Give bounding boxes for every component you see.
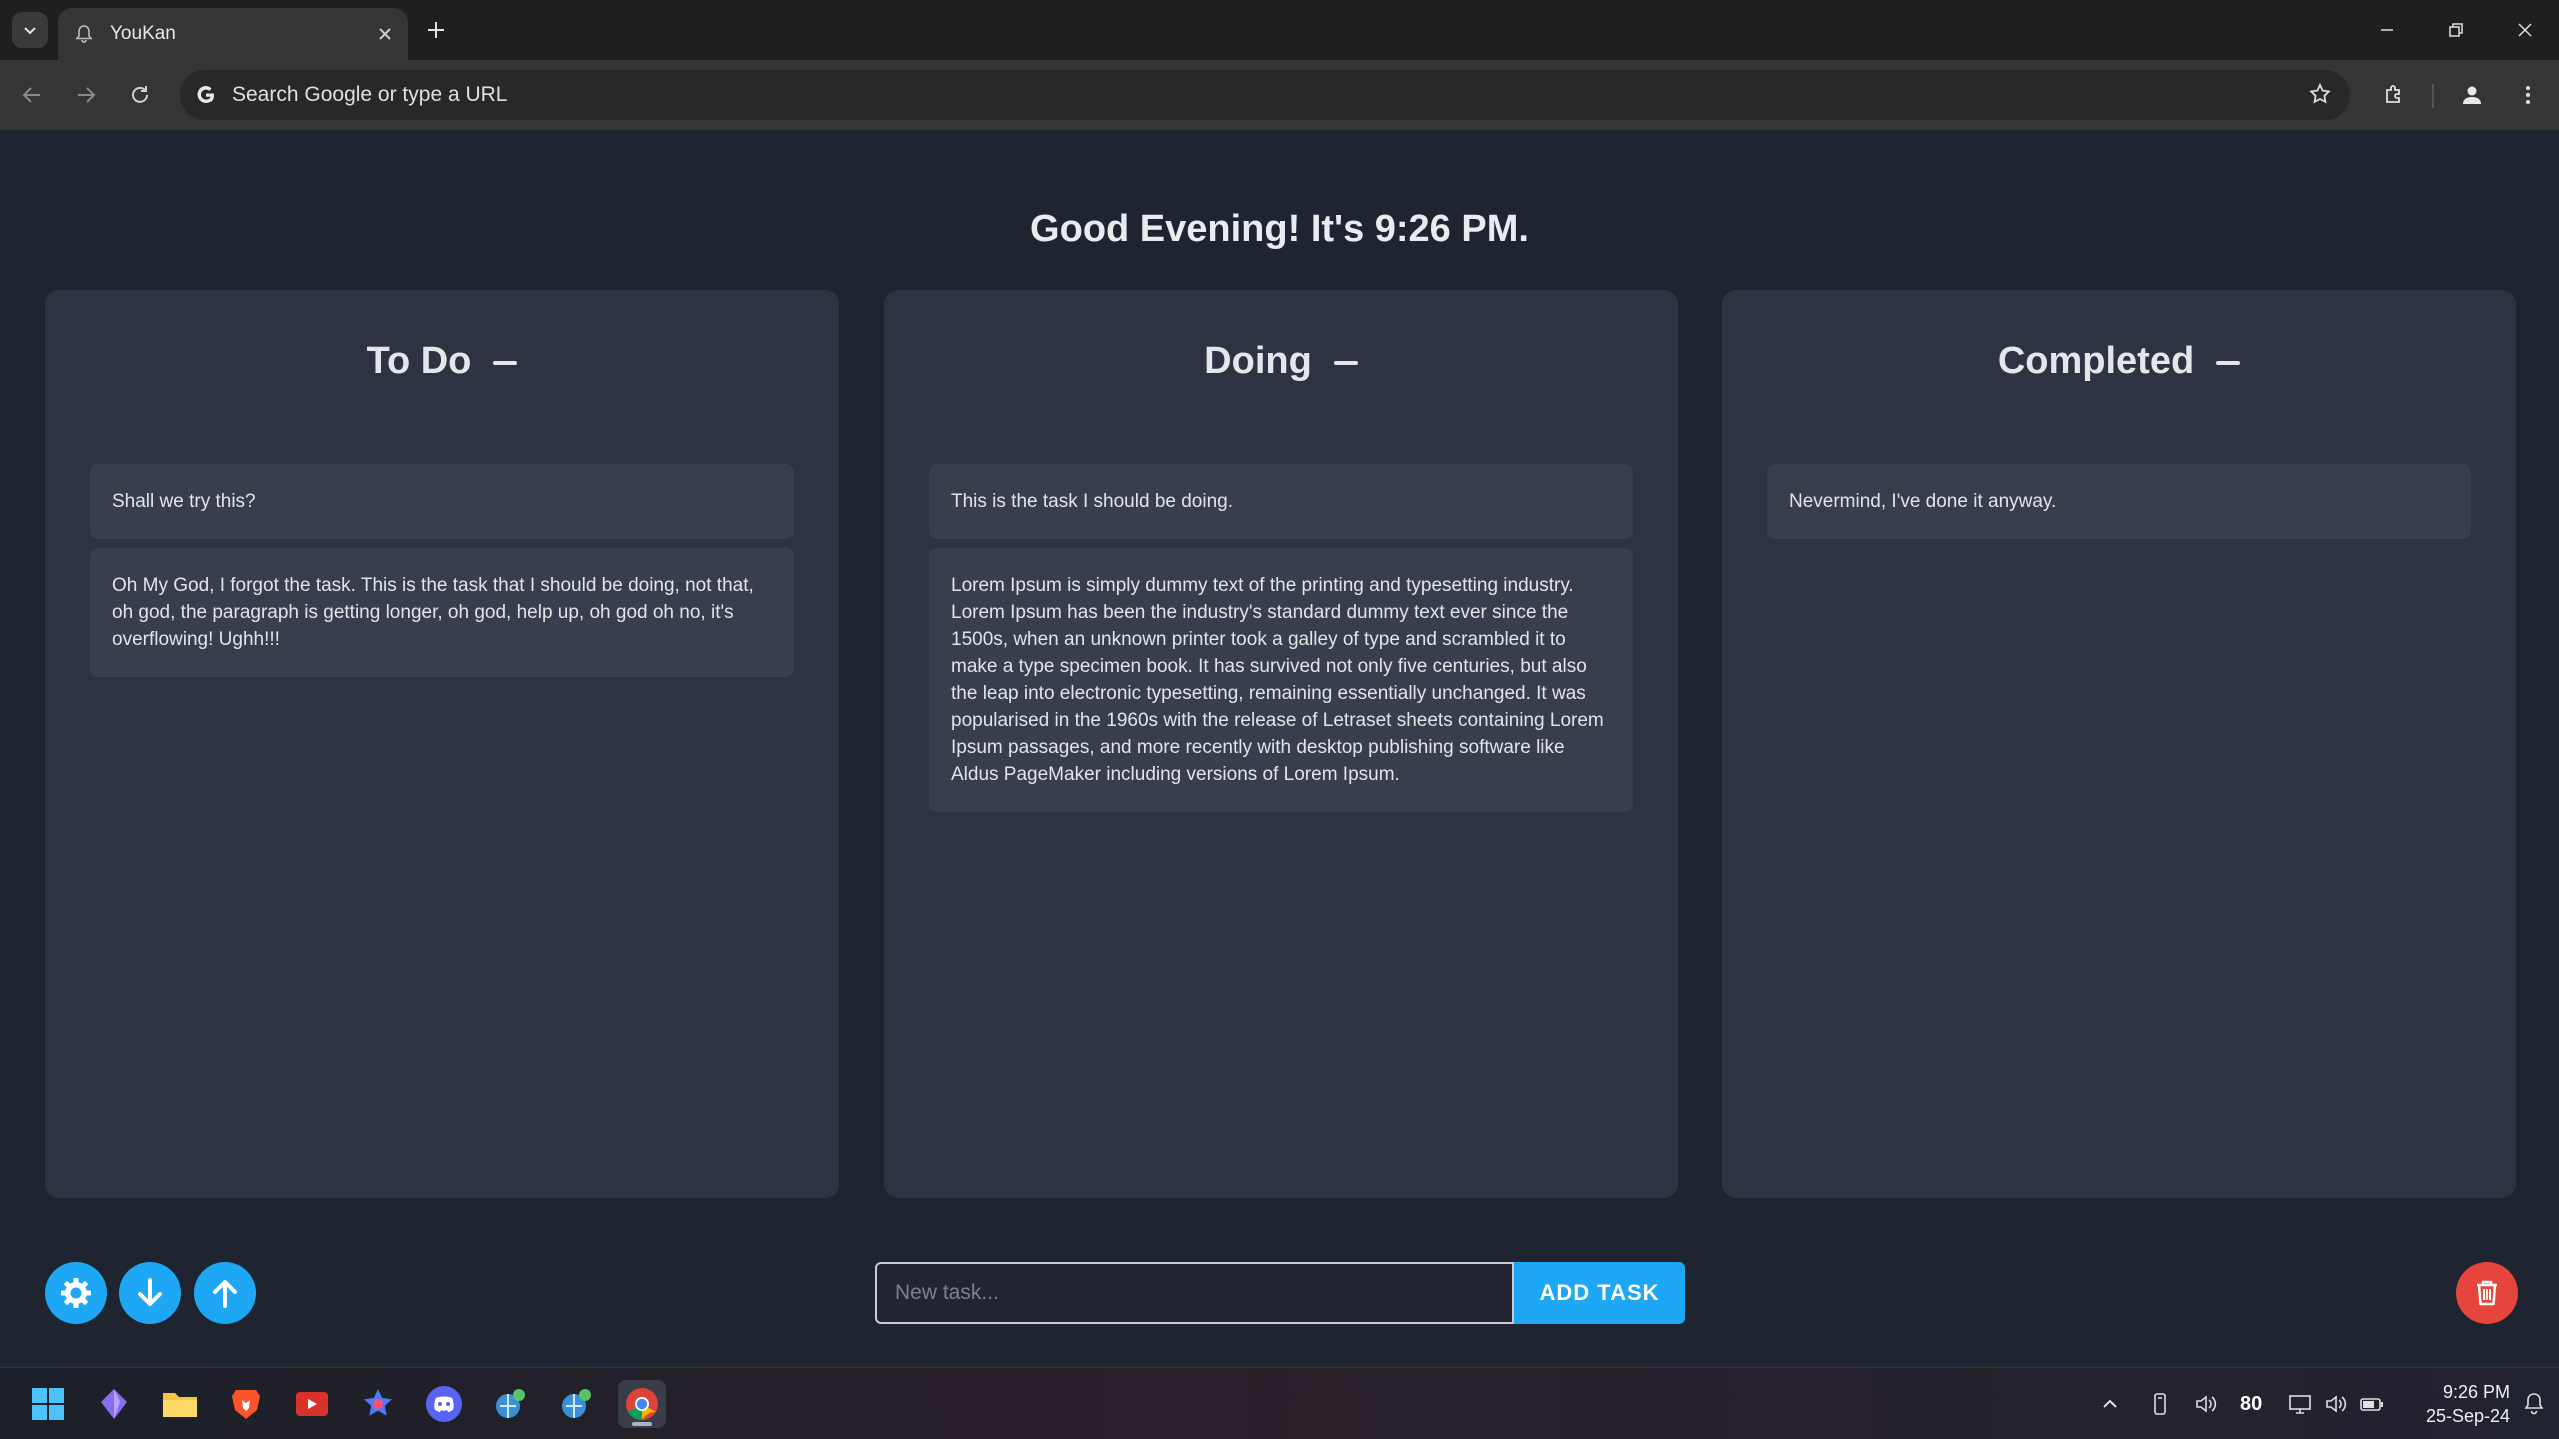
active-app-indicator: [632, 1422, 652, 1426]
task-card[interactable]: Oh My God, I forgot the task. This is th…: [90, 548, 794, 677]
browser-tabstrip: YouKan: [0, 0, 2559, 60]
chrome-icon: [626, 1388, 658, 1421]
column-header: Doing: [884, 340, 1678, 383]
greeting-heading: Good Evening! It's 9:26 PM.: [1030, 208, 1529, 250]
close-icon: [2518, 23, 2532, 37]
collapse-column-icon[interactable]: [493, 360, 518, 365]
arrow-right-icon: [78, 87, 96, 103]
download-button[interactable]: [119, 1262, 181, 1324]
start-button[interactable]: [24, 1380, 72, 1428]
browser-toolbar: Search Google or type a URL: [0, 60, 2559, 130]
column-header: Completed: [1722, 340, 2516, 383]
reload-icon: [132, 86, 148, 103]
column-title: Completed: [1997, 340, 2195, 382]
app-icon: [496, 1389, 525, 1418]
column-title: To Do: [366, 340, 472, 382]
gear-icon: [61, 1278, 91, 1308]
board-todo: To Do Shall we try this? Oh My God, I fo…: [45, 290, 839, 1198]
brave-lion-icon: [232, 1390, 260, 1419]
taskbar-app-discord[interactable]: [420, 1380, 468, 1428]
column-title: Doing: [1204, 340, 1312, 382]
clock-time: 9:26 PM: [2442, 1382, 2510, 1402]
star-app-icon: [364, 1389, 392, 1416]
restore-button[interactable]: [2421, 0, 2491, 60]
collapse-column-icon[interactable]: [1333, 360, 1358, 365]
tab-title: YouKan: [110, 23, 176, 44]
taskbar-app-star[interactable]: [354, 1380, 402, 1428]
close-tab-icon[interactable]: [378, 27, 392, 41]
add-task-button[interactable]: ADD TASK: [1514, 1262, 1685, 1324]
close-window-button[interactable]: [2490, 0, 2559, 60]
chevron-down-icon: [24, 27, 36, 35]
extensions-button[interactable]: [2374, 75, 2414, 115]
new-tab-button[interactable]: [418, 12, 454, 48]
collapse-column-icon[interactable]: [2216, 360, 2241, 365]
tray-value: 80: [2240, 1393, 2263, 1415]
taskbar-app-tool-1[interactable]: [486, 1380, 534, 1428]
windows-start-icon: [32, 1388, 64, 1420]
upload-button[interactable]: [194, 1262, 256, 1324]
windows-taskbar: 80 9:26 PM 25-Sep-24: [0, 1367, 2559, 1439]
youkan-app: Good Evening! It's 9:26 PM. To Do Shall …: [0, 130, 2559, 1367]
profile-icon: [2463, 86, 2481, 104]
forward-button[interactable]: [66, 75, 106, 115]
column-header: To Do: [45, 340, 839, 383]
taskbar-app-file-explorer[interactable]: [156, 1380, 204, 1428]
taskbar-app-chrome[interactable]: [618, 1380, 666, 1428]
google-icon: [197, 85, 214, 104]
battery-icon[interactable]: [2358, 1390, 2386, 1418]
browser-tab-youkan[interactable]: YouKan: [58, 8, 408, 60]
plus-icon: [428, 22, 444, 38]
address-bar-text: Search Google or type a URL: [232, 83, 508, 106]
upload-icon: [213, 1280, 237, 1308]
taskbar-app-brave[interactable]: [222, 1380, 270, 1428]
youtube-icon: [296, 1392, 328, 1416]
app-icon: [562, 1389, 591, 1418]
profile-button[interactable]: [2452, 75, 2492, 115]
folder-icon: [163, 1393, 197, 1417]
more-vertical-icon: [2526, 86, 2530, 104]
chevron-up-icon[interactable]: [2096, 1390, 2124, 1418]
discord-icon: [426, 1386, 462, 1422]
address-bar[interactable]: Search Google or type a URL: [180, 70, 2350, 120]
bell-icon: [75, 25, 93, 43]
volume-icon[interactable]: [2322, 1390, 2350, 1418]
arrow-left-icon: [22, 87, 40, 103]
settings-button[interactable]: [45, 1262, 107, 1324]
menu-button[interactable]: [2508, 75, 2548, 115]
minimize-button[interactable]: [2352, 0, 2422, 60]
bookmark-star-icon[interactable]: [2308, 82, 2332, 111]
back-button[interactable]: [12, 75, 52, 115]
restore-icon: [2449, 23, 2463, 37]
reload-button[interactable]: [120, 75, 160, 115]
clock-date: 25-Sep-24: [2425, 1406, 2510, 1426]
taskbar-app-obsidian[interactable]: [90, 1380, 138, 1428]
obsidian-icon: [101, 1389, 127, 1419]
system-clock[interactable]: 9:26 PM 25-Sep-24: [2400, 1380, 2510, 1428]
speaker-icon[interactable]: [2192, 1390, 2220, 1418]
new-task-input[interactable]: [875, 1262, 1514, 1324]
tab-search-button[interactable]: [12, 12, 48, 48]
board-doing: Doing This is the task I should be doing…: [884, 290, 1678, 1198]
notification-bell-icon[interactable]: [2520, 1390, 2548, 1418]
network-icon[interactable]: [2286, 1390, 2314, 1418]
task-card[interactable]: Shall we try this?: [90, 464, 794, 539]
task-card[interactable]: This is the task I should be doing.: [929, 464, 1633, 539]
task-card[interactable]: Nevermind, I've done it anyway.: [1767, 464, 2471, 539]
taskbar-app-youtube[interactable]: [288, 1380, 336, 1428]
download-icon: [138, 1278, 162, 1306]
taskbar-app-tool-2[interactable]: [552, 1380, 600, 1428]
board-completed: Completed Nevermind, I've done it anyway…: [1722, 290, 2516, 1198]
usb-drive-icon[interactable]: [2146, 1390, 2174, 1418]
puzzle-icon: [2386, 85, 2400, 103]
task-card[interactable]: Lorem Ipsum is simply dummy text of the …: [929, 548, 1633, 812]
delete-button[interactable]: [2456, 1262, 2518, 1324]
minimize-icon: [2381, 29, 2393, 31]
toolbar-separator: [2432, 84, 2434, 108]
trash-icon: [2477, 1280, 2497, 1306]
